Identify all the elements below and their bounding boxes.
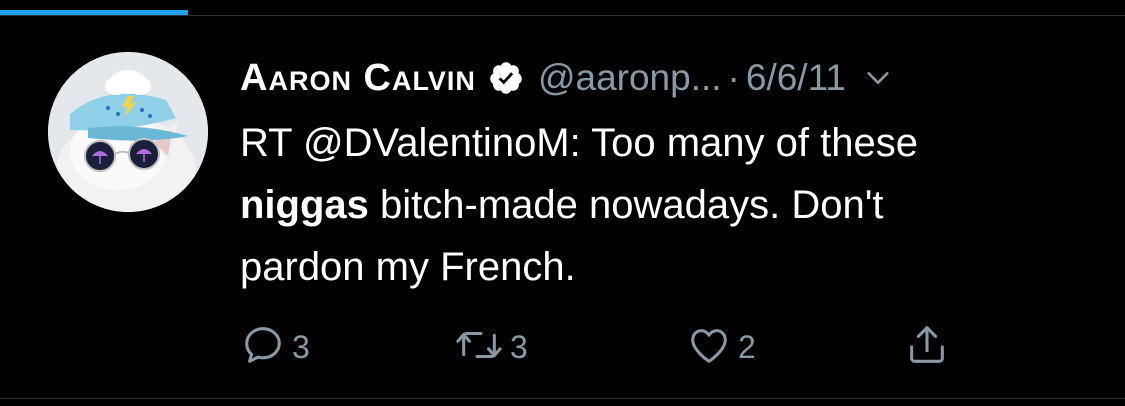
retweet-count: 3 xyxy=(510,329,528,365)
display-name[interactable]: Aaron Calvin xyxy=(240,57,476,100)
retweet-button[interactable]: 3 xyxy=(454,322,528,373)
reply-icon xyxy=(240,322,286,373)
tweet-content: Aaron Calvin @aaronp... · 6/6/11 RT @DVa… xyxy=(240,50,1090,298)
tweet-actions: 3 3 2 xyxy=(240,322,1000,370)
tweet-text-line-2-rest: bitch-made nowadays. Don't xyxy=(368,183,884,227)
tweet-text-line-1: RT @DValentinoM: Too many of these xyxy=(240,121,918,165)
top-divider xyxy=(0,15,1125,16)
reply-button[interactable]: 3 xyxy=(240,322,310,373)
tweet-text-line-2: niggas bitch-made nowadays. Don't xyxy=(240,174,1080,236)
share-button[interactable] xyxy=(904,322,950,373)
reply-count: 3 xyxy=(292,329,310,365)
retweet-icon xyxy=(454,322,504,373)
verified-badge-icon xyxy=(488,60,524,96)
share-icon xyxy=(904,322,950,373)
separator-dot: · xyxy=(727,57,740,98)
avatar-image xyxy=(48,52,208,212)
like-button[interactable]: 2 xyxy=(686,322,756,373)
tweet-text-line-3: pardon my French. xyxy=(240,245,576,289)
tweet-header: Aaron Calvin @aaronp... · 6/6/11 xyxy=(240,50,1090,106)
tweet-text-bold: niggas xyxy=(240,183,369,227)
chevron-down-icon[interactable] xyxy=(864,64,892,92)
user-handle[interactable]: @aaronp... xyxy=(538,57,722,99)
like-count: 2 xyxy=(738,329,756,365)
tweet-text: RT @DValentinoM: Too many of these nigga… xyxy=(240,112,1080,298)
tweet-date[interactable]: 6/6/11 xyxy=(746,57,846,99)
avatar[interactable] xyxy=(48,52,208,212)
heart-icon xyxy=(686,322,732,373)
bottom-divider xyxy=(0,398,1125,399)
